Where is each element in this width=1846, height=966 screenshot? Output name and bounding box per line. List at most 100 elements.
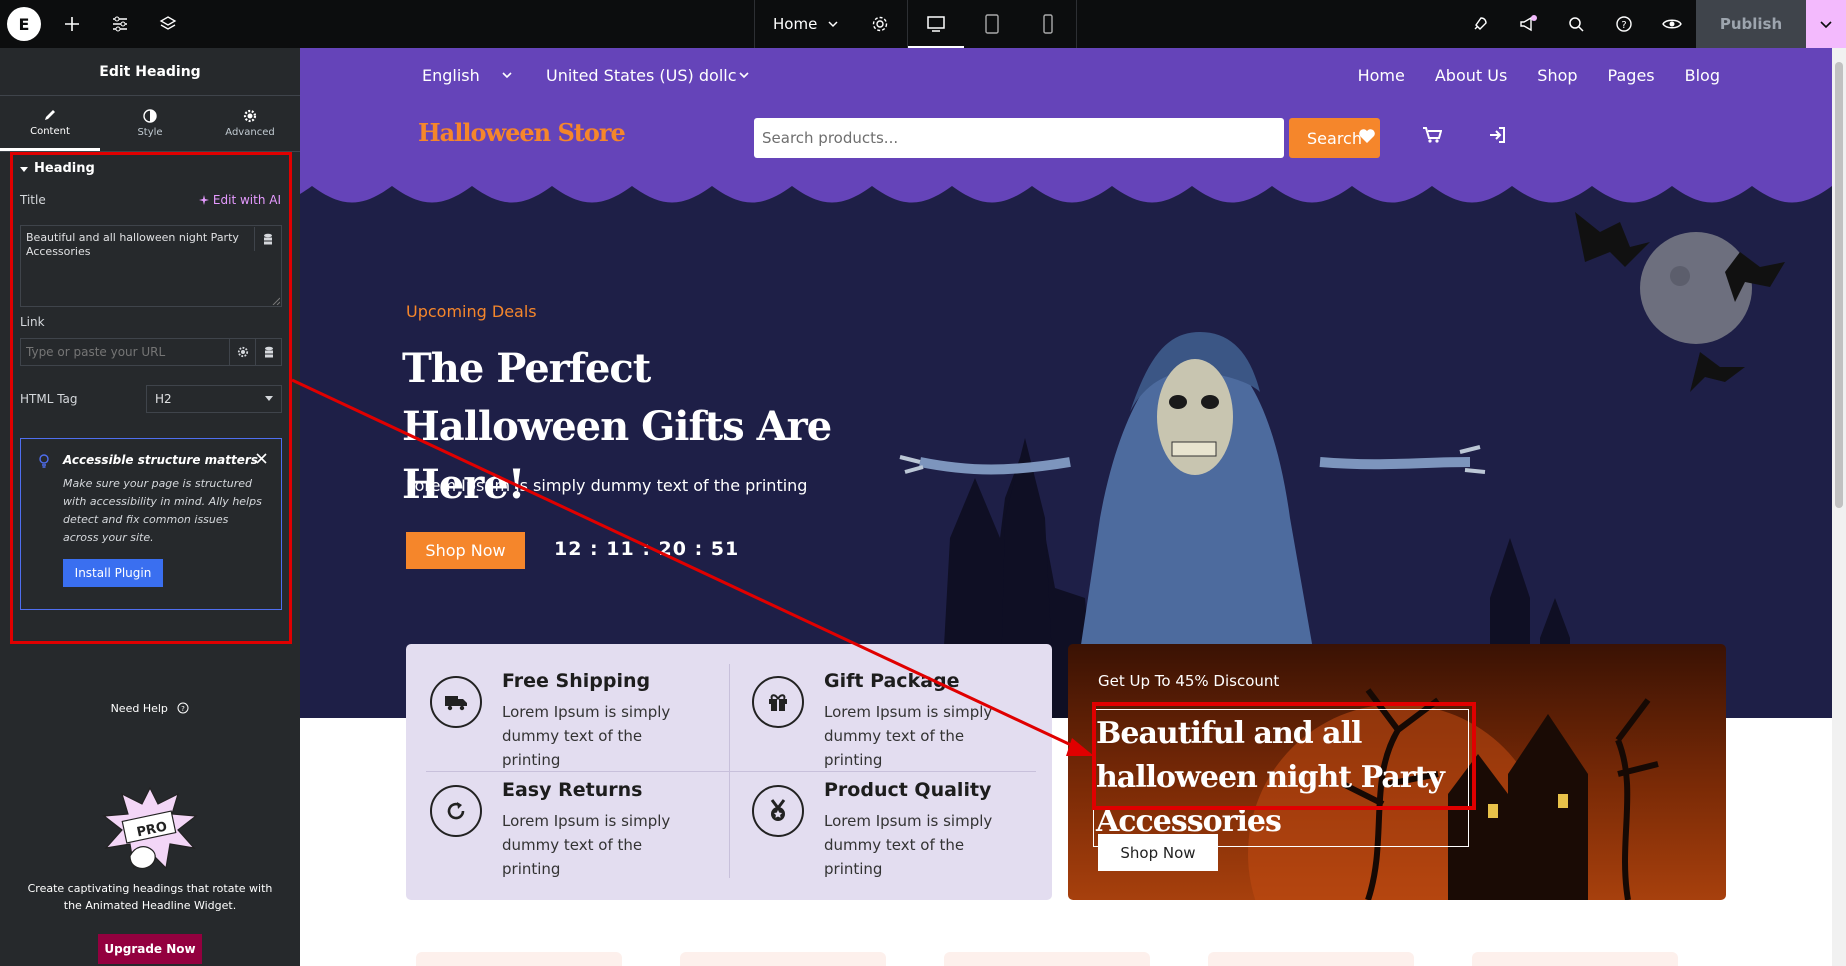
edit-with-ai-label: Edit with AI: [212, 193, 281, 207]
chevron-down-icon: [828, 21, 838, 28]
chevron-down-icon: [738, 72, 749, 79]
tablet-view-icon[interactable]: [964, 0, 1020, 48]
tab-style-label: Style: [137, 127, 163, 138]
features-box: Free Shipping Lorem Ipsum is simply dumm…: [406, 644, 1052, 900]
product-search-input[interactable]: Search products...: [754, 118, 1284, 158]
panel-tabs: Content Style Advanced: [0, 96, 300, 152]
lightbulb-icon: [39, 454, 49, 468]
nav-home[interactable]: Home: [1358, 66, 1405, 85]
heading-section-title: Heading: [34, 161, 95, 176]
accessibility-notice: Accessible structure matters Make sure y…: [20, 438, 282, 610]
publish-options-chevron-icon[interactable]: [1806, 0, 1846, 48]
half-circle-icon: [143, 109, 157, 123]
refresh-icon: [430, 785, 482, 837]
page-selector[interactable]: Home: [755, 0, 909, 48]
tab-advanced[interactable]: Advanced: [200, 96, 300, 151]
svg-text:?: ?: [182, 705, 186, 713]
caret-down-icon: [20, 166, 28, 172]
site-main-menu: Home About Us Shop Pages Blog: [1358, 66, 1720, 85]
title-textarea-value: Beautiful and all halloween night Party …: [26, 231, 239, 258]
topbar-right: ? Publish: [1456, 0, 1846, 48]
sparkle-icon: [198, 194, 209, 205]
currency-select[interactable]: United States (US) dollc: [546, 66, 749, 85]
publish-button[interactable]: Publish: [1696, 0, 1806, 48]
edit-with-ai-link[interactable]: Edit with AI: [198, 193, 281, 207]
language-value: English: [422, 65, 480, 85]
feature-easy-returns: Easy Returns Lorem Ipsum is simply dummy…: [406, 767, 696, 878]
link-url-field: [20, 338, 282, 366]
need-help-link[interactable]: Need Help ?: [0, 702, 300, 715]
feature-text: Lorem Ipsum is simply dummy text of the …: [824, 812, 993, 878]
nav-about-us[interactable]: About Us: [1435, 66, 1507, 85]
topbar-center: Home: [754, 0, 1078, 48]
site-settings-icon[interactable]: [96, 0, 144, 48]
site-header: Halloween Store Search products... Searc…: [300, 102, 1832, 172]
gear-icon: [243, 109, 257, 123]
site-topnav: English United States (US) dollc Home Ab…: [300, 48, 1832, 102]
add-element-icon[interactable]: [48, 0, 96, 48]
elementor-menu-button[interactable]: E: [0, 0, 48, 48]
preview-scrollbar-thumb[interactable]: [1835, 62, 1843, 508]
html-tag-select[interactable]: H2: [146, 385, 282, 413]
feature-title: Easy Returns: [502, 779, 643, 801]
feature-title: Gift Package: [824, 670, 960, 692]
promo-heading-selected[interactable]: Beautiful and all halloween night Party …: [1093, 709, 1469, 847]
promo-shop-now-button[interactable]: Shop Now: [1098, 834, 1218, 871]
preview-scrollbar[interactable]: [1832, 48, 1846, 966]
resize-handle-icon[interactable]: [272, 297, 280, 305]
search-icon[interactable]: [1552, 0, 1600, 48]
heading-section-toggle[interactable]: Heading: [20, 161, 289, 176]
help-icon[interactable]: ?: [1600, 0, 1648, 48]
editor-panel: Edit Heading Content Style Advanced Head…: [0, 48, 300, 966]
caret-down-icon: [265, 396, 273, 401]
countdown-timer: 12 : 11 : 20 : 51: [554, 538, 740, 560]
page-settings-gear-icon[interactable]: [871, 15, 889, 33]
product-card: [1208, 952, 1414, 966]
heart-icon[interactable]: [1358, 128, 1376, 144]
title-textarea[interactable]: Beautiful and all halloween night Party …: [20, 225, 282, 307]
product-card: [680, 952, 886, 966]
link-options-gear-icon[interactable]: [229, 339, 255, 365]
structure-layers-icon[interactable]: [144, 0, 192, 48]
upgrade-now-button[interactable]: Upgrade Now: [98, 934, 202, 964]
site-preview: English United States (US) dollc Home Ab…: [300, 48, 1832, 966]
login-icon[interactable]: [1488, 126, 1506, 144]
page-name: Home: [773, 15, 818, 33]
truck-icon: [430, 676, 482, 728]
hero-subtitle: Lorem Ipsum is simply dummy text of the …: [406, 476, 808, 495]
cart-icon[interactable]: [1422, 126, 1442, 144]
title-label: Title: [20, 193, 46, 207]
feature-title: Free Shipping: [502, 670, 651, 692]
dynamic-tags-db-icon[interactable]: [254, 227, 280, 251]
notifications-megaphone-icon[interactable]: [1504, 0, 1552, 48]
promo-text: Create captivating headings that rotate …: [27, 882, 273, 912]
hero-shop-now-button[interactable]: Shop Now: [406, 532, 525, 569]
desktop-view-icon[interactable]: [908, 0, 965, 48]
tab-content-label: Content: [30, 125, 70, 137]
install-plugin-button[interactable]: Install Plugin: [63, 559, 163, 587]
editor-topbar: E Home ? Publish: [0, 0, 1846, 48]
language-select[interactable]: English: [422, 66, 512, 85]
elementor-logo-icon: E: [7, 7, 41, 41]
feature-text: Lorem Ipsum is simply dummy text of the …: [502, 703, 671, 769]
chevron-down-icon: [502, 72, 512, 79]
link-label: Link: [20, 315, 45, 329]
html-tag-value: H2: [155, 392, 172, 406]
mobile-view-icon[interactable]: [1020, 0, 1076, 48]
site-logo[interactable]: Halloween Store: [418, 118, 626, 147]
nav-pages[interactable]: Pages: [1608, 66, 1655, 85]
promo-banner: Get Up To 45% Discount Beautiful and all…: [1068, 644, 1726, 900]
rocket-icon[interactable]: [1456, 0, 1504, 48]
close-icon[interactable]: [256, 453, 267, 464]
tab-style[interactable]: Style: [100, 96, 200, 151]
nav-blog[interactable]: Blog: [1685, 66, 1720, 85]
nav-shop[interactable]: Shop: [1537, 66, 1577, 85]
pro-promo-illustration: PRO: [102, 786, 198, 870]
tab-content[interactable]: Content: [0, 96, 100, 151]
panel-title: Edit Heading: [0, 48, 300, 96]
link-url-input[interactable]: [21, 339, 229, 365]
hero-kicker: Upcoming Deals: [406, 302, 537, 321]
html-tag-label: HTML Tag: [20, 392, 78, 406]
link-dynamic-tags-db-icon[interactable]: [255, 339, 281, 365]
preview-eye-icon[interactable]: [1648, 0, 1696, 48]
